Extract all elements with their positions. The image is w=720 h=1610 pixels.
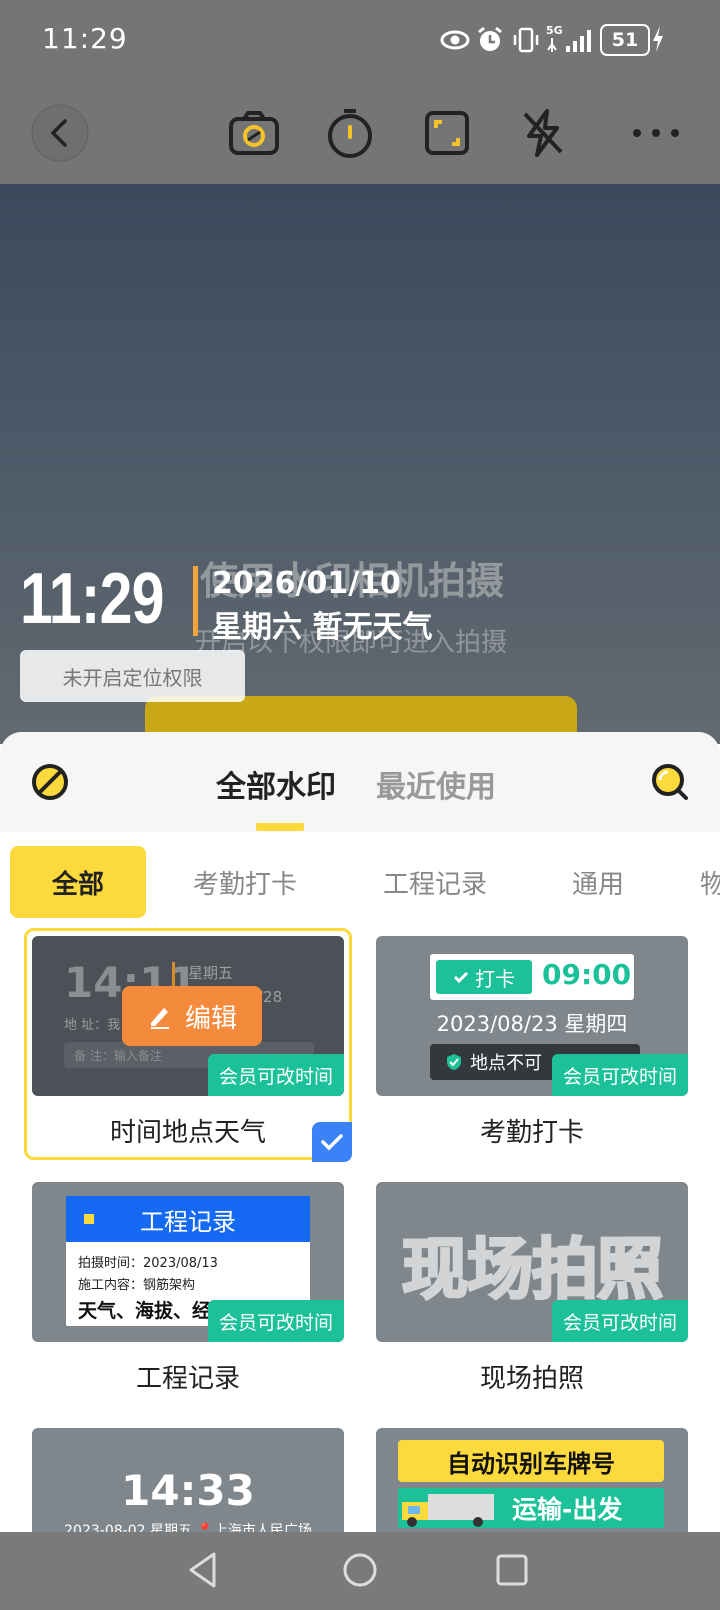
vip-badge: 会员可改时间	[208, 1300, 344, 1342]
aspect-ratio-icon	[425, 111, 469, 155]
preview-date: 2023/08/23 星期四	[436, 1012, 628, 1036]
watermark-card-onsite-photo[interactable]: 现场拍照 会员可改时间	[376, 1182, 688, 1342]
category-engineering[interactable]: 工程记录	[360, 846, 510, 918]
signal-icon: 5G	[546, 24, 596, 56]
timer-button[interactable]	[322, 82, 378, 184]
tab-recent[interactable]: 最近使用	[376, 762, 496, 806]
preview-punch-tag: 打卡	[436, 960, 532, 994]
watermark-weekday-weather: 星期六 暂无天气	[212, 610, 433, 645]
watermark-divider	[193, 566, 198, 636]
battery-indicator: 51	[600, 24, 650, 56]
tab-underline	[256, 823, 304, 831]
more-icon	[633, 129, 679, 137]
status-time: 11:29	[42, 22, 128, 55]
preview-subline: 2023-08-02 星期五 📍上海市人民广场	[64, 1523, 312, 1532]
nav-recents-icon	[496, 1554, 528, 1586]
card-label: 工程记录	[135, 1364, 240, 1394]
shield-check-icon	[447, 1054, 461, 1070]
preview-punch-box: 打卡 09:00	[430, 954, 634, 1000]
search-icon	[652, 764, 688, 800]
preview-line1: 拍摄时间：2023/08/13	[78, 1256, 218, 1271]
preview-punch-time: 09:00	[542, 958, 632, 991]
network-type: 5G	[546, 24, 563, 37]
location-permission-chip[interactable]: 未开启定位权限	[20, 650, 245, 702]
category-logistics[interactable]: 物	[700, 846, 720, 918]
alarm-icon	[476, 26, 504, 58]
flash-off-icon	[523, 109, 563, 157]
preview-line2: 施工内容：钢筋架构	[78, 1278, 196, 1293]
preview-address: 地 址：我	[64, 1018, 121, 1033]
camera-switch-button[interactable]	[226, 82, 282, 184]
watermark-card-attendance[interactable]: 打卡 09:00 2023/08/23 星期四 地点不可 会员可改时间	[376, 936, 688, 1096]
preview-title: 工程记录	[66, 1196, 310, 1242]
status-bar: 11:29 5G 51	[0, 0, 720, 82]
vibrate-icon	[512, 26, 540, 58]
category-all[interactable]: 全部	[10, 846, 146, 918]
nav-home-icon	[343, 1553, 377, 1587]
watermark-date: 2026/01/10	[212, 566, 401, 601]
vip-badge: 会员可改时间	[552, 1300, 688, 1342]
watermark-card-license-plate[interactable]: 自动识别车牌号 运输-出发	[376, 1428, 688, 1532]
preview-punch-label: 打卡	[475, 966, 515, 991]
eye-icon	[440, 26, 470, 58]
edit-label: 编辑	[184, 1003, 237, 1034]
camera-toolbar	[0, 82, 720, 184]
watermark-card-engineering[interactable]: 工程记录 拍摄时间：2023/08/13 施工内容：钢筋架构 天气、海拔、经 会…	[32, 1182, 344, 1342]
timer-icon	[328, 109, 372, 158]
watermark-time: 11:29	[20, 559, 164, 639]
vip-badge: 会员可改时间	[208, 1054, 344, 1096]
camera-switch-icon	[229, 111, 279, 155]
card-label: 考勤打卡	[479, 1118, 584, 1148]
aspect-ratio-button[interactable]	[422, 82, 472, 184]
card-label: 现场拍照	[479, 1364, 584, 1394]
watermark-card-time-location-weather[interactable]: 14:11 星期五 /28 地 址：我 备 注：输入备注 编辑 会员可改时间	[32, 936, 344, 1096]
back-button[interactable]	[30, 82, 90, 184]
edit-button[interactable]: 编辑	[122, 986, 262, 1046]
flash-button[interactable]	[518, 82, 568, 184]
preview-route: 运输-出发	[512, 1495, 623, 1524]
edit-icon	[150, 1008, 169, 1029]
charging-icon	[652, 24, 663, 56]
truck-icon	[402, 1494, 494, 1527]
nav-back-button[interactable]	[186, 1550, 220, 1594]
watermark-card-time-stamp[interactable]: 14:33 2023-08-02 星期五 📍上海市人民广场	[32, 1428, 344, 1532]
selected-check-icon	[312, 1122, 352, 1162]
preview-big-text: 现场拍照	[401, 1230, 665, 1310]
preview-title-mark	[84, 1214, 94, 1224]
category-attendance[interactable]: 考勤打卡	[170, 846, 320, 918]
more-button[interactable]	[626, 82, 686, 184]
no-watermark-button[interactable]	[30, 762, 70, 806]
vip-badge: 会员可改时间	[552, 1054, 688, 1096]
preview-line3: 天气、海拔、经	[78, 1300, 212, 1322]
nav-recents-button[interactable]	[496, 1554, 528, 1590]
check-icon	[453, 971, 469, 984]
preview-title: 自动识别车牌号	[398, 1440, 664, 1482]
tab-all-watermarks[interactable]: 全部水印	[216, 762, 336, 806]
system-nav-bar	[0, 1532, 720, 1610]
category-general[interactable]: 通用	[550, 846, 646, 918]
preview-route-bar: 运输-出发	[398, 1488, 664, 1528]
preview-weekday: 星期五	[188, 964, 234, 982]
card-label: 时间地点天气	[109, 1118, 266, 1148]
nav-back-icon	[189, 1552, 216, 1588]
back-icon	[31, 104, 89, 162]
nav-home-button[interactable]	[342, 1552, 378, 1592]
search-button[interactable]	[650, 762, 690, 806]
preview-time: 14:33	[121, 1466, 255, 1515]
sheet-header	[0, 732, 720, 832]
no-watermark-icon	[32, 764, 68, 800]
